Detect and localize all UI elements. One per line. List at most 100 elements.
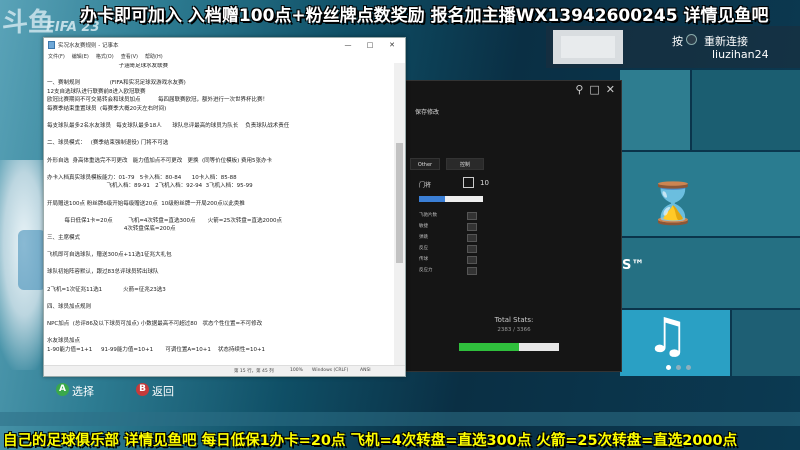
text-line: 子涵哥足球水友联赛 (47, 63, 169, 69)
vertical-scrollbar[interactable] (394, 63, 405, 366)
list-item-label: 反应力 (419, 268, 433, 273)
window-controls: — □ ✕ (337, 38, 403, 52)
text-line: 球队初始阵容默认，跟过83总评球员转出球队 (47, 269, 159, 276)
pin-icon[interactable]: ⚲ (575, 84, 583, 96)
text-line: 4次转盘保底=200点 (47, 226, 176, 233)
attribute-value: 10 (480, 179, 489, 187)
save-changes-button[interactable]: 保存修改 (415, 107, 439, 116)
text-line: 四、球员加点规则 (47, 303, 92, 310)
text-line: 每支球队最多2名水友球员 每支球队最多18人 球队总评最高的球员为队长 负责球队… (47, 123, 290, 130)
menu-edit[interactable]: 编辑(E) (72, 52, 89, 62)
page-dot[interactable] (686, 365, 691, 370)
b-button-icon: B (136, 383, 149, 396)
prompt-key-label: 按 (672, 35, 683, 48)
encoding: ANSI (360, 368, 371, 373)
list-item-label: 反应 (419, 246, 428, 251)
status-bar: 第 15 行，第 45 列 100% Windows (CRLF) ANSI (44, 365, 405, 376)
overlay-tabs: Other 控制 (410, 158, 484, 170)
page-dot[interactable] (676, 365, 681, 370)
page-dots (666, 365, 691, 370)
player-art-shirt (18, 230, 46, 290)
menu-bar: 文件(F) 编辑(E) 格式(O) 查看(V) 帮助(H) (44, 52, 405, 62)
menu-tile[interactable] (732, 310, 800, 376)
select-label: 选择 (72, 385, 94, 398)
text-line: 12支自选球队进行联赛前8进入欧冠联赛 (47, 88, 146, 95)
controller-button-icon (686, 34, 697, 45)
hourglass-icon: ⌛ (648, 181, 698, 227)
text-line: 飞机即可自选球队，赠送300点+11选1征兆大礼包 (47, 252, 172, 259)
text-line: 二、球员模式： (赛季结束强制退役) 门将不可选 (47, 140, 169, 147)
attribute-slider[interactable] (419, 196, 483, 202)
list-item-label: 传球 (419, 257, 428, 262)
menu-help[interactable]: 帮助(H) (145, 52, 163, 62)
menu-tile[interactable] (692, 70, 800, 150)
notepad-icon (48, 41, 55, 49)
text-area[interactable]: 子涵哥足球水友联赛一、赛制规则 (FIFA和实况足球双游戏水友赛) 12支自选球队… (47, 63, 393, 365)
menu-tile-wide[interactable] (620, 152, 800, 236)
value-field[interactable] (467, 267, 477, 275)
reconnect-button[interactable]: 重新连接 (704, 33, 748, 49)
text-line: 外形自选 身高体重选完不可更改 能力值加点不可更改 更换 (同等价位模板) 费用… (47, 157, 273, 164)
attribute-list: 飞驰片数 敏捷 弹跳 反应 传球 反应力 (419, 211, 479, 277)
bottom-banner-text: 自己的足球俱乐部 详情见鱼吧 每日低保1办卡=20点 飞机=4次转盘=直选300… (3, 433, 738, 449)
value-field[interactable] (467, 223, 477, 231)
stats-editor-window: ⚲ □ ✕ 保存修改 Other 控制 门将 10 飞驰片数 敏捷 弹跳 反应 … (404, 80, 622, 372)
text-line: 一、赛制规则 (FIFA和实况足球双游戏水友赛) (47, 80, 186, 87)
scrollbar-thumb[interactable] (396, 143, 403, 263)
text-line: 1-90能力值=1+1 91-99能力值=10+1 可调位置A=10+1 状态持… (47, 346, 266, 353)
text-line: 飞机入档：89-91 2飞机入档：92-94 3飞机入档：95-99 (47, 183, 253, 190)
value-field[interactable] (467, 212, 477, 220)
tile-label: S™ (622, 258, 645, 273)
menu-tile[interactable] (620, 70, 690, 150)
progress-fill (459, 343, 519, 351)
menu-tile-ts[interactable] (620, 238, 800, 308)
maximize-button[interactable]: □ (359, 38, 381, 52)
value-field[interactable] (467, 245, 477, 253)
window-title: 实况水友赛规则 - 记事本 (58, 43, 119, 49)
tab-other[interactable]: Other (410, 158, 440, 170)
zoom-level: 100% (290, 368, 303, 373)
total-stats-value: 2383 / 3366 (497, 327, 531, 333)
value-field[interactable] (467, 234, 477, 242)
minimize-button[interactable]: — (337, 38, 359, 52)
bottom-banner: 自己的足球俱乐部 详情见鱼吧 每日低保1办卡=20点 飞机=4次转盘=直选300… (0, 428, 800, 450)
notepad-window: 实况水友赛规则 - 记事本 — □ ✕ 文件(F) 编辑(E) 格式(O) 查看… (43, 37, 406, 377)
text-line: 每赛季结束重置球员 (每赛季大概20天左右时间) (47, 106, 167, 112)
text-line: 办卡入档真实球员模板能力：01-79 5卡入档：80-84 10卡入档：85-8… (47, 174, 237, 181)
list-item-label: 敏捷 (419, 224, 428, 229)
close-icon[interactable]: ✕ (606, 84, 615, 96)
list-item: 飞驰片数 (419, 211, 479, 222)
text-line: 每日低保1卡=20点 飞机=4次转盘=直选300点 火箭=25次转盘=直选200… (47, 217, 282, 224)
avatar (553, 30, 623, 64)
text-line: 2飞机=1次征兆11选1 火箭=征兆23选3 (47, 286, 166, 293)
list-item: 反应 (419, 244, 479, 255)
list-item-label: 弹跳 (419, 235, 428, 240)
page-dot[interactable] (666, 365, 671, 370)
menu-view[interactable]: 查看(V) (121, 52, 138, 62)
text-line: 欧冠比赛期间不可交易转会和球员加点 每四届联赛欧冠，额外进行一次世界杯比赛！ (47, 97, 268, 104)
close-button[interactable]: ✕ (381, 38, 403, 52)
a-button-icon: A (56, 383, 69, 396)
list-item: 弹跳 (419, 233, 479, 244)
menu-file[interactable]: 文件(F) (48, 52, 65, 62)
restore-icon[interactable]: □ (589, 84, 599, 96)
text-line: 水友球员加点 (47, 338, 81, 345)
total-stats-label: Total Stats: (494, 316, 534, 324)
music-note-icon: ♫ (646, 308, 690, 364)
taskbar-strip (0, 412, 800, 426)
list-item: 敏捷 (419, 222, 479, 233)
top-banner: 办卡即可加入 入档赠100点+粉丝牌点数奖励 报名加主播WX1394260024… (0, 0, 800, 26)
notepad-title-bar[interactable]: 实况水友赛规则 - 记事本 — □ ✕ (44, 38, 405, 52)
list-item: 反应力 (419, 266, 479, 277)
list-item: 传球 (419, 255, 479, 266)
total-stats-progress (459, 343, 559, 351)
menu-format[interactable]: 格式(O) (96, 52, 114, 62)
value-field[interactable] (467, 256, 477, 264)
cube-icon (463, 177, 474, 188)
back-label: 返回 (152, 385, 174, 398)
text-line: 三、主席模式 (47, 235, 81, 241)
line-ending: Windows (CRLF) (312, 368, 349, 373)
text-line: 开局赠送100点 粉丝牌6级开始每级赠送20点 10级粉丝牌一开局200点以此类… (47, 200, 245, 207)
tab-control[interactable]: 控制 (446, 158, 484, 170)
user-name: liuzihan24 (712, 48, 769, 61)
